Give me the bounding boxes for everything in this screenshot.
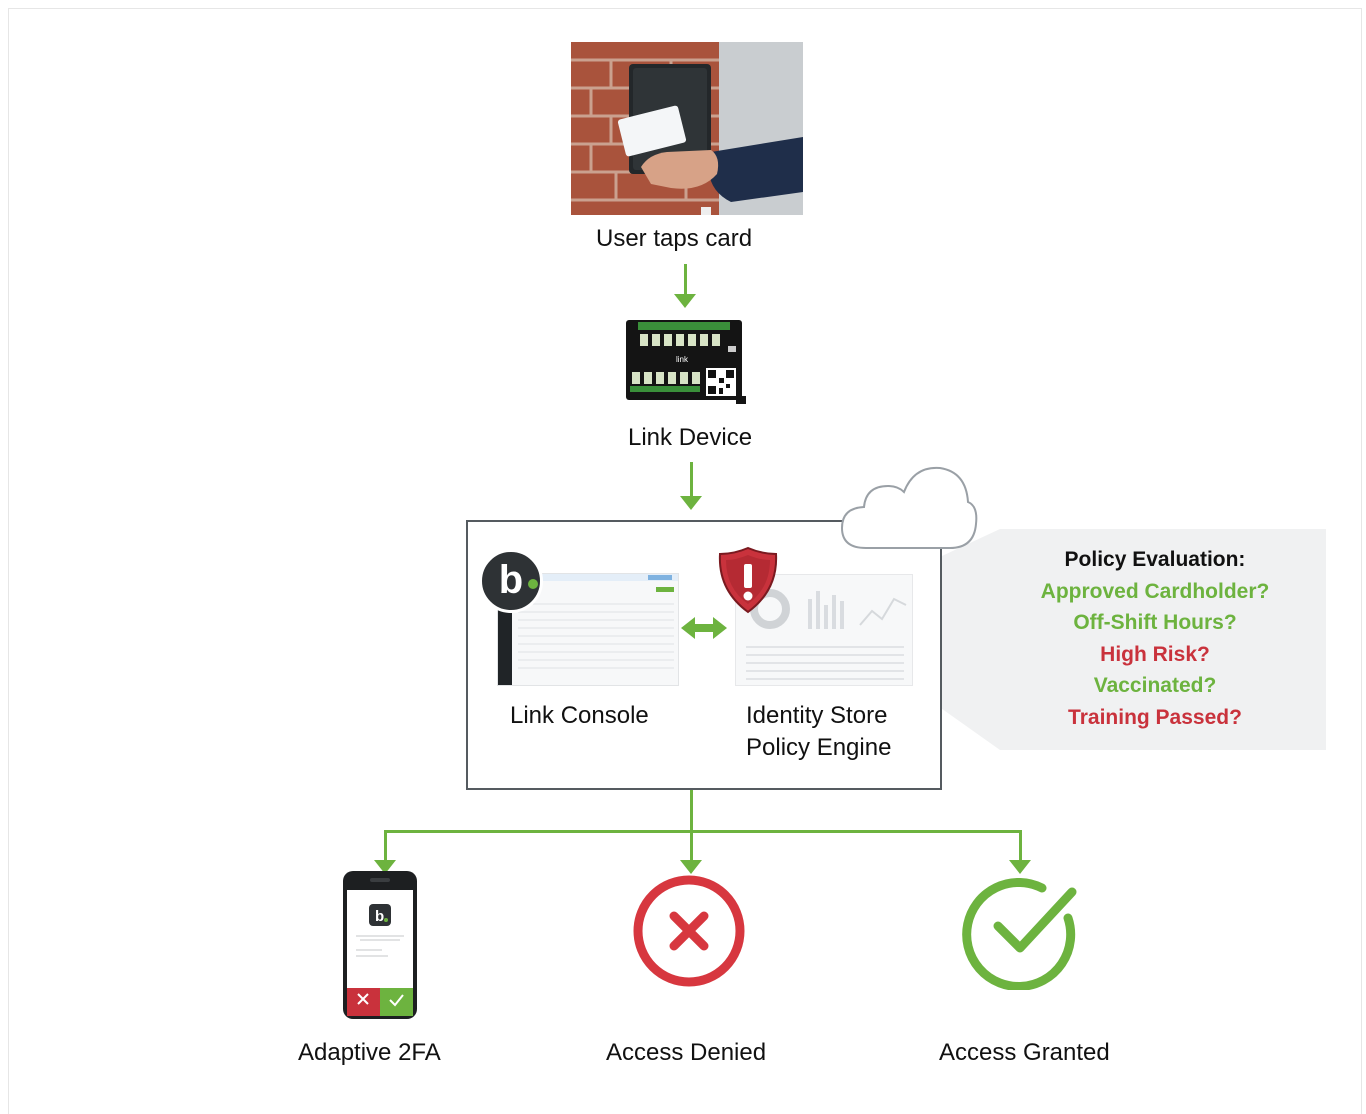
- denied-label: Access Denied: [606, 1039, 767, 1066]
- flow-branch-trunk: [690, 790, 693, 832]
- shield-alert-icon: [716, 546, 780, 614]
- bidirectional-arrow-icon: [681, 615, 727, 641]
- flow-branch-bar: [384, 830, 1022, 833]
- arrow-head-icon: [674, 294, 696, 308]
- policy-title: Policy Evaluation:: [1064, 548, 1246, 571]
- device-label: Link Device: [628, 424, 753, 451]
- svg-text:b: b: [375, 908, 384, 925]
- device-brand-text: link: [676, 355, 689, 364]
- card-tap-photo: [571, 42, 803, 215]
- tap-label: User taps card: [596, 225, 753, 252]
- arrow-head-icon: [680, 496, 702, 510]
- flow-arrow-tap-to-device: [684, 264, 687, 294]
- policy-item-training: Training Passed?: [1068, 705, 1242, 729]
- card-reader-photo-icon: [571, 42, 803, 215]
- flow-branch-left: [384, 830, 387, 860]
- console-logo-letter: b: [498, 558, 524, 602]
- flow-branch-middle: [690, 830, 693, 860]
- policy-item-vaccinated: Vaccinated?: [1093, 674, 1217, 697]
- arrow-head-icon: [680, 860, 702, 874]
- identity-label-line2: Policy Engine: [746, 734, 892, 761]
- policy-item-off-shift: Off-Shift Hours?: [1073, 611, 1237, 634]
- cloud-icon: [838, 462, 980, 554]
- link-device-image: link: [624, 316, 748, 406]
- policy-item-approved: Approved Cardholder?: [1040, 579, 1270, 603]
- granted-label: Access Granted: [939, 1039, 1110, 1066]
- flow-arrow-device-to-console: [690, 462, 693, 496]
- x-circle-icon: [632, 874, 746, 988]
- twofa-label: Adaptive 2FA: [298, 1039, 441, 1066]
- policy-item-high-risk: High Risk?: [1100, 642, 1210, 666]
- console-label: Link Console: [510, 702, 649, 729]
- flow-branch-right: [1019, 830, 1022, 860]
- link-device-board-icon: link: [626, 320, 746, 404]
- phone-2fa-icon: b: [342, 870, 418, 1020]
- console-logo-dot: [528, 579, 538, 589]
- check-circle-icon: [958, 872, 1082, 991]
- identity-label-line1: Identity Store: [746, 702, 888, 729]
- policy-evaluation-panel: Policy Evaluation: Approved Cardholder? …: [914, 529, 1326, 750]
